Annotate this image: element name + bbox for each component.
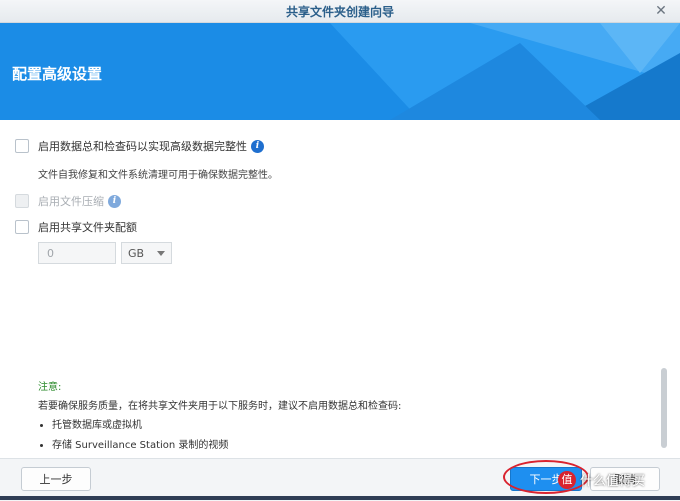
settings-panel: 启用数据总和检查码以实现高级数据完整性 i 文件自我修复和文件系统清理可用于确保… — [0, 120, 680, 458]
window-titlebar: 共享文件夹创建向导 ✕ — [0, 0, 680, 23]
cancel-button[interactable]: 取消 — [590, 467, 660, 491]
quota-unit-select[interactable]: GB — [121, 242, 172, 264]
note-section: 注意: 若要确保服务质量，在将共享文件夹用于以下服务时，建议不启用数据总和检查码… — [38, 378, 401, 456]
note-title: 注意: — [38, 382, 62, 393]
quota-size-input[interactable]: 0 — [38, 242, 116, 264]
quota-label[interactable]: 启用共享文件夹配额 — [38, 219, 137, 235]
compression-label: 启用文件压缩 — [38, 195, 104, 208]
note-text: 若要确保服务质量，在将共享文件夹用于以下服务时，建议不启用数据总和检查码: — [38, 401, 402, 412]
previous-button[interactable]: 上一步 — [21, 467, 91, 491]
note-list: 托管数据库或虚拟机 存储 Surveillance Station 录制的视频 — [38, 416, 401, 451]
page-heading: 配置高级设置 — [12, 65, 103, 83]
quota-checkbox[interactable] — [15, 220, 29, 234]
wizard-footer: 上一步 下一步 取消 — [0, 458, 680, 501]
info-icon[interactable]: i — [251, 139, 264, 153]
close-icon[interactable]: ✕ — [652, 2, 670, 20]
quota-unit-value: GB — [128, 246, 145, 260]
scrollbar[interactable] — [661, 368, 667, 448]
compression-checkbox — [15, 194, 29, 208]
next-button[interactable]: 下一步 — [510, 467, 582, 491]
chevron-down-icon — [157, 250, 165, 256]
compression-option: 启用文件压缩 i — [15, 193, 121, 209]
checksum-description-row: 文件自我修复和文件系统清理可用于确保数据完整性。 — [38, 166, 278, 181]
checksum-option: 启用数据总和检查码以实现高级数据完整性 i — [15, 138, 264, 154]
window-title: 共享文件夹创建向导 — [285, 5, 394, 19]
info-icon[interactable]: i — [108, 194, 121, 208]
list-item: 托管数据库或虚拟机 — [52, 416, 401, 431]
taskbar-strip — [0, 496, 680, 500]
quota-option: 启用共享文件夹配额 — [15, 219, 137, 235]
checksum-label[interactable]: 启用数据总和检查码以实现高级数据完整性 — [38, 138, 247, 154]
list-item: 存储 Surveillance Station 录制的视频 — [52, 436, 401, 451]
checksum-checkbox[interactable] — [15, 139, 29, 153]
header-banner: 配置高级设置 — [0, 23, 680, 120]
checksum-description: 文件自我修复和文件系统清理可用于确保数据完整性。 — [38, 170, 278, 181]
